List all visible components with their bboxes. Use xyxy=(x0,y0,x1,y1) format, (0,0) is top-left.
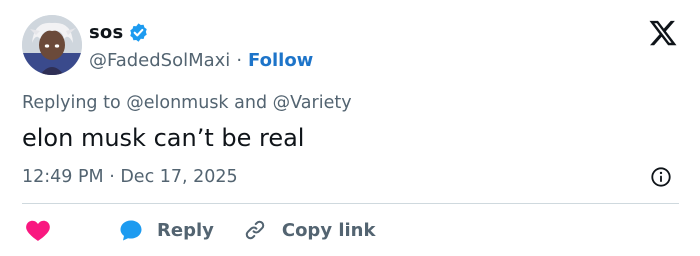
verified-badge-icon xyxy=(128,22,149,43)
reply-bubble-icon xyxy=(119,218,143,242)
link-icon xyxy=(244,219,266,241)
x-logo-icon[interactable] xyxy=(648,18,678,48)
tweet-timestamp[interactable]: 12:49 PM · Dec 17, 2025 xyxy=(22,167,238,187)
display-name[interactable]: sos xyxy=(89,22,123,43)
separator-dot: · xyxy=(236,49,243,71)
reply-context-joiner: and xyxy=(234,93,268,113)
copy-link-label: Copy link xyxy=(281,219,376,241)
heart-icon[interactable] xyxy=(25,218,51,242)
reply-button[interactable]: Reply xyxy=(51,218,214,242)
avatar[interactable] xyxy=(22,15,82,75)
action-bar: Reply Copy link xyxy=(22,215,375,245)
follow-button[interactable]: Follow xyxy=(248,50,313,71)
reply-context: Replying to @elonmusk and @Variety xyxy=(22,93,352,113)
info-icon[interactable] xyxy=(650,166,672,188)
avatar-image xyxy=(22,15,82,75)
tweet-text: elon musk can’t be real xyxy=(22,124,305,152)
reply-label: Reply xyxy=(157,219,214,241)
author-handle-row: @FadedSolMaxi · Follow xyxy=(89,48,313,72)
reply-context-prefix: Replying to xyxy=(22,93,121,113)
mention-link-elonmusk[interactable]: @elonmusk xyxy=(126,93,228,113)
divider xyxy=(22,203,679,204)
author-name-row: sos xyxy=(89,19,149,45)
author-handle[interactable]: @FadedSolMaxi xyxy=(89,50,230,71)
copy-link-button[interactable]: Copy link xyxy=(214,219,376,241)
mention-link-variety[interactable]: @Variety xyxy=(273,93,352,113)
